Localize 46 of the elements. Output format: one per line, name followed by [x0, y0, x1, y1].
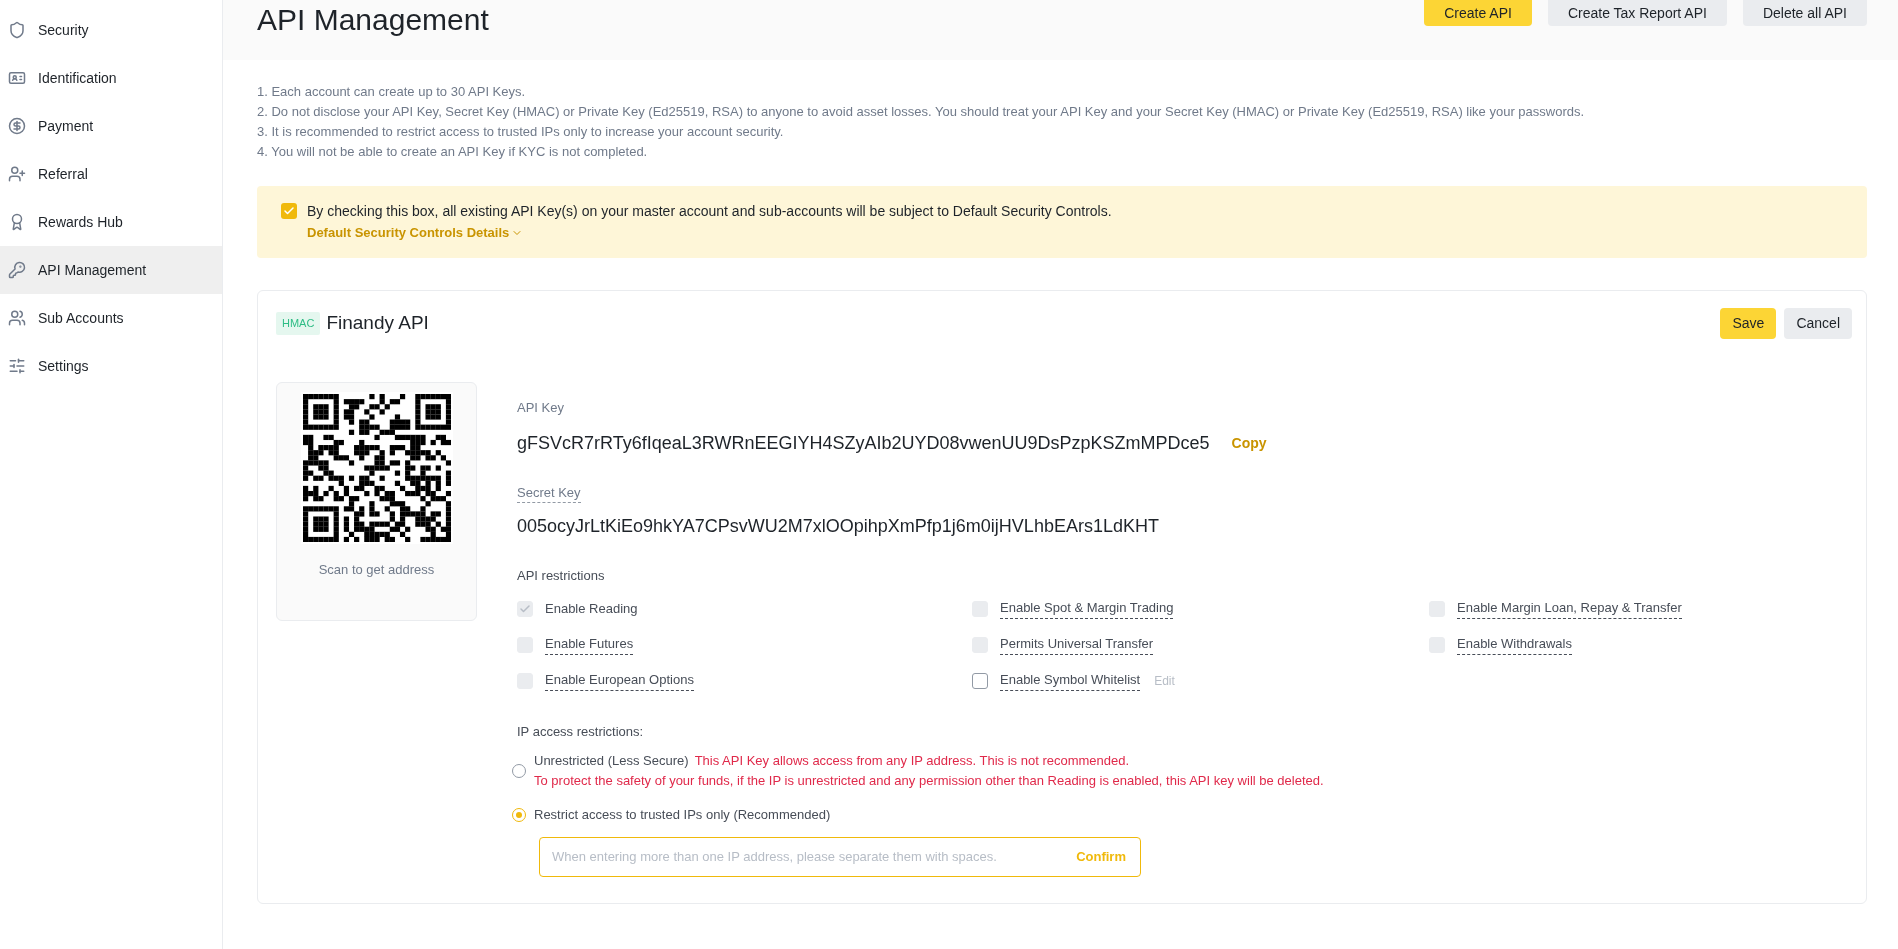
permission-label: Enable Withdrawals — [1457, 634, 1572, 655]
dollar-coin-icon — [8, 117, 26, 135]
add-user-icon — [8, 165, 26, 183]
note-text: 2. Do not disclose your API Key, Secret Key (HMAC) or Private Key (Ed25519, RSA) to anyone to avoid asset losses. You should treat your API Key and your Secret Key (HMAC) or Private Key (Ed25519, RSA) like your passwords. — [257, 103, 1586, 121]
check-icon — [519, 602, 531, 615]
radio-label: Restrict access to trusted IPs only (Recommended) — [534, 806, 831, 824]
sliders-icon — [8, 357, 26, 375]
shield-icon — [8, 21, 26, 39]
api-key-value: gFSVcR7rRTy6fIqeaL3RWRnEEGIYH4SZyAIb2UYD08vwenUU9DsPzpKSZmMPDce5 — [517, 431, 1210, 455]
check-icon — [283, 205, 295, 217]
note-text: 4. You will not be able to create an API Key if KYC is not completed. — [257, 143, 649, 161]
section-label: IP access restrictions: — [517, 722, 645, 741]
section-label: API restrictions — [517, 567, 606, 585]
checkbox[interactable] — [972, 672, 988, 689]
secret-key-value: 005ocyJrLtKiEo9hkYA7CPsvWU2M7xlOOpihpXmPfp1j6m0ijHVLhbEArs1LdKHT — [517, 515, 1160, 538]
sidebar-item[interactable]: API Management — [0, 246, 222, 294]
api-name: Finandy API — [326, 311, 429, 336]
card-button[interactable]: Cancel — [1784, 308, 1852, 339]
permission-label: Enable European Options — [545, 670, 694, 691]
permission-label: Enable Spot & Margin Trading — [1000, 598, 1174, 619]
permission-label: Enable Futures — [545, 634, 634, 655]
permission-label: Enable Reading — [545, 599, 638, 618]
header-button[interactable]: Create API — [1424, 0, 1532, 26]
permission-label: Permits Universal Transfer — [1000, 634, 1154, 655]
card-button[interactable]: Save — [1720, 308, 1777, 339]
header-button[interactable]: Delete all API — [1742, 0, 1867, 26]
permission-label: Enable Margin Loan, Repay & Transfer — [1457, 598, 1682, 619]
radio-button[interactable] — [512, 764, 526, 778]
notice-text: By checking this box, all existing API Key(s) on your master account and sub-accounts will be subject to Default Security Controls. — [307, 202, 1112, 221]
key-icon — [8, 261, 26, 279]
header-button[interactable]: Create Tax Report API — [1547, 0, 1727, 26]
users-icon — [8, 309, 26, 327]
field-label: API Key — [517, 399, 565, 417]
note-text: 3. It is recommended to restrict access to trusted IPs only to increase your account security. — [257, 123, 785, 141]
note-text: 1. Each account can create up to 30 API Keys. — [257, 83, 527, 101]
warning-text: This API Key allows access from any IP address. This is not recommended. — [694, 752, 1130, 770]
id-card-icon — [8, 69, 26, 87]
qr-caption: Scan to get address — [318, 561, 435, 579]
field-label: Secret Key — [517, 482, 581, 503]
warning-text: To protect the safety of your funds, if the IP is unrestricted and any permission other than Reading is enabled, this API key will be deleted. — [534, 772, 1324, 790]
page-title: API Management — [257, 2, 489, 38]
type-badge: HMAC — [276, 312, 321, 335]
checkbox[interactable] — [281, 203, 297, 219]
radio-label: Unrestricted (Less Secure) — [534, 752, 689, 770]
permission-label: Enable Symbol Whitelist — [1000, 670, 1141, 691]
radio-button[interactable] — [512, 808, 526, 822]
